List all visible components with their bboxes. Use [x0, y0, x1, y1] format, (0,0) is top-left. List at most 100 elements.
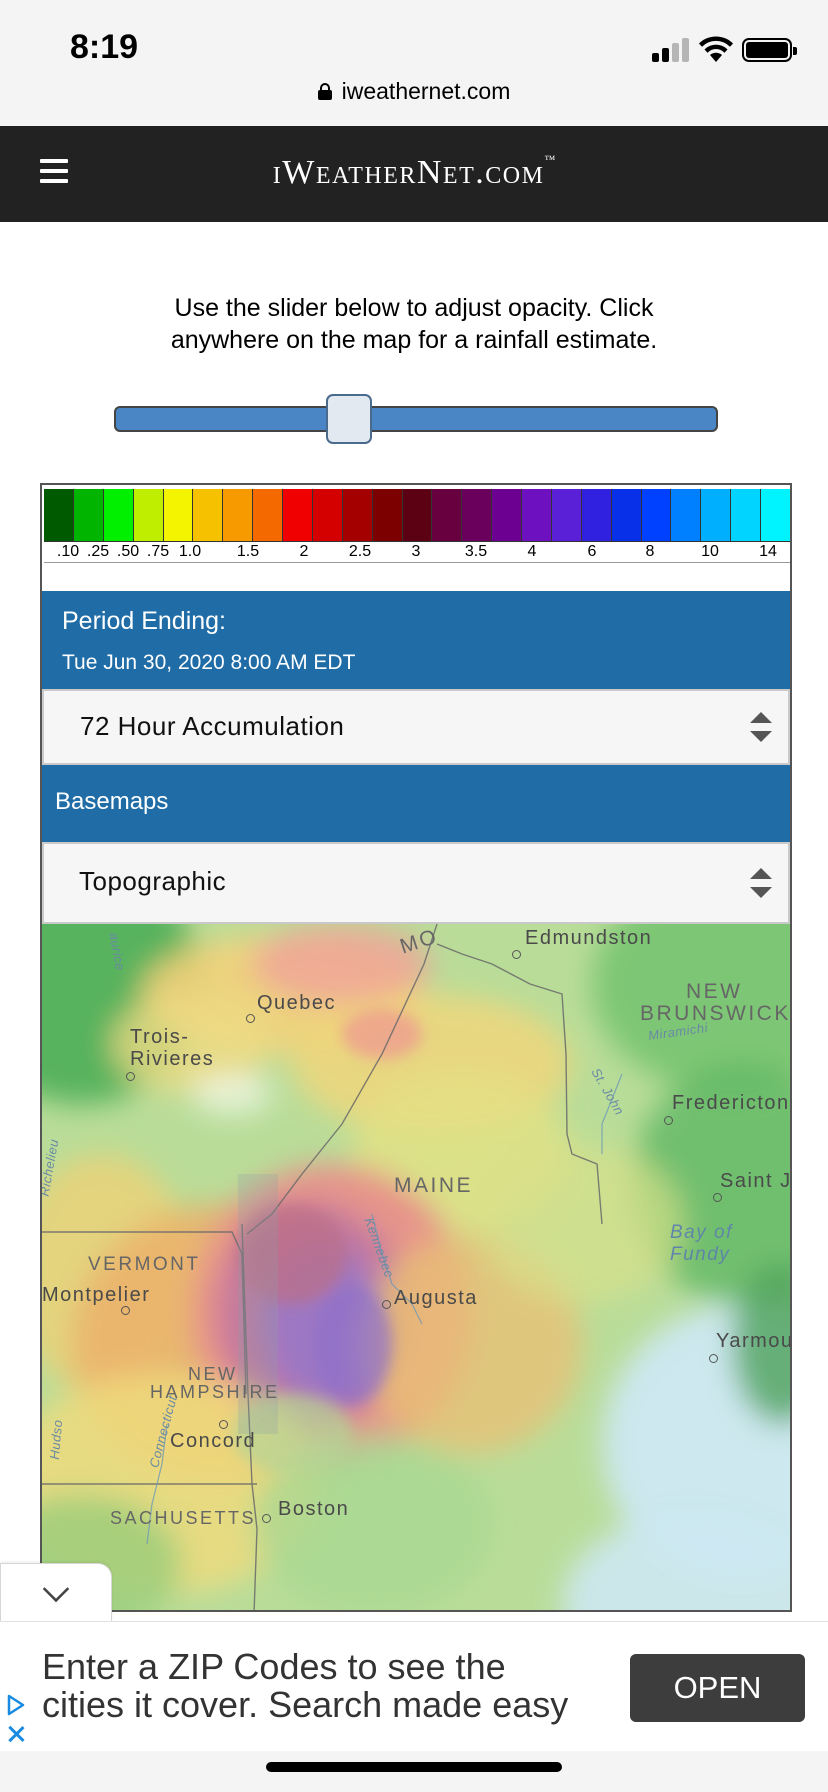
legend-swatch — [641, 489, 672, 541]
legend-label: .10 — [56, 543, 80, 560]
map-region-massachusetts: SACHUSETTS — [110, 1508, 257, 1528]
accumulation-select[interactable]: 72 Hour Accumulation — [42, 689, 790, 765]
period-date: Tue Jun 30, 2020 8:00 AM EDT — [62, 651, 356, 674]
period-ending-box: Period Ending: Tue Jun 30, 2020 8:00 AM … — [42, 591, 790, 689]
legend-label: 8 — [645, 543, 655, 560]
site-logo-text: iWeatherNet.com — [272, 154, 545, 191]
legend-label: .50 — [116, 543, 140, 560]
ad-banner[interactable]: Enter a ZIP Codes to see the cities it c… — [0, 1621, 828, 1751]
legend-swatch — [312, 489, 343, 541]
map-city-dot — [121, 1306, 130, 1315]
status-bar: 8:19 iweathernet.com — [0, 0, 828, 126]
map-city-dot — [713, 1193, 722, 1202]
legend-swatch — [44, 489, 74, 541]
legend-swatch — [402, 489, 433, 541]
basemap-select-value: Topographic — [79, 866, 227, 896]
status-time: 8:19 — [70, 28, 139, 66]
map-city-dot — [126, 1072, 135, 1081]
map-city-fredericton: Fredericton — [672, 1092, 790, 1114]
address-bar[interactable]: iweathernet.com — [0, 78, 828, 105]
intro-line-1: Use the slider below to adjust opacity. … — [174, 294, 654, 322]
map-region-new-brunswick-2: BRUNSWICK — [640, 1002, 790, 1025]
opacity-slider-track[interactable] — [114, 406, 718, 432]
map-city-quebec: Quebec — [257, 992, 337, 1014]
legend-label: 14 — [759, 543, 777, 560]
legend-swatch — [701, 489, 732, 541]
legend-label: 2.5 — [348, 543, 372, 560]
adchoices-icon[interactable] — [6, 1694, 26, 1716]
chevron-down-icon — [42, 1575, 70, 1603]
map-city-yarmouth: Yarmou — [716, 1330, 790, 1352]
rainfall-map[interactable]: Edmundston Quebec Trois- Rivieres Freder… — [42, 924, 790, 1610]
ad-text-line-2: cities it cover. Search made easy — [42, 1684, 569, 1725]
signal-icon — [652, 38, 692, 62]
select-arrows-icon — [750, 868, 772, 898]
legend-swatch — [372, 489, 403, 541]
ad-text-line-1: Enter a ZIP Codes to see the — [42, 1646, 506, 1687]
home-indicator — [266, 1762, 562, 1772]
opacity-slider-handle[interactable] — [326, 394, 373, 444]
legend-color-scale — [44, 489, 790, 541]
legend-swatch — [193, 489, 224, 541]
map-region-maine: MAINE — [394, 1174, 474, 1197]
map-city-dot — [262, 1514, 271, 1523]
legend-swatch — [283, 489, 313, 541]
select-arrows-icon — [750, 712, 772, 742]
wifi-icon — [699, 36, 733, 62]
map-city-concord: Concord — [170, 1430, 257, 1452]
legend-swatch — [133, 489, 164, 541]
map-city-dot — [219, 1420, 228, 1429]
legend-swatch — [551, 489, 582, 541]
legend-label: .25 — [86, 543, 110, 560]
legend-label: 2 — [299, 543, 309, 560]
legend-swatch — [432, 489, 463, 541]
legend-swatch — [462, 489, 493, 541]
legend-swatch — [611, 489, 642, 541]
url-text: iweathernet.com — [341, 78, 511, 104]
trademark-mark: ™ — [544, 154, 556, 166]
map-city-boston: Boston — [278, 1498, 350, 1520]
battery-icon — [742, 38, 797, 62]
legend-labels: .10 .25 .50 .75 1.0 1.5 2 2.5 3 3.5 4 6 8 10 14 — [44, 541, 790, 563]
map-city-dot — [664, 1116, 673, 1125]
legend-swatch — [761, 489, 790, 541]
ad-close-icon[interactable] — [4, 1722, 28, 1746]
basemaps-title: Basemaps — [55, 788, 169, 815]
map-city-dot — [246, 1014, 255, 1023]
legend-label: .75 — [146, 543, 170, 560]
legend-swatch — [73, 489, 104, 541]
map-city-saint-john: Saint J — [720, 1170, 790, 1192]
legend-swatch — [163, 489, 194, 541]
basemap-select[interactable]: Topographic — [42, 842, 790, 924]
legend-swatch — [253, 489, 283, 541]
map-city-dot — [709, 1354, 718, 1363]
site-logo[interactable]: iWeatherNet.com™ — [0, 154, 828, 192]
legend-swatch — [342, 489, 373, 541]
legend-swatch — [522, 489, 552, 541]
map-water-fundy: Fundy — [670, 1244, 731, 1265]
map-water-bay-of: Bay of — [670, 1222, 733, 1243]
site-header: iWeatherNet.com™ — [0, 126, 828, 222]
legend-swatch — [671, 489, 702, 541]
map-city-montpelier: Montpelier — [42, 1284, 151, 1306]
legend-label: 3 — [411, 543, 421, 560]
ad-collapse-tab[interactable] — [0, 1563, 112, 1621]
lock-icon — [317, 83, 332, 100]
legend-label: 4 — [527, 543, 537, 560]
ad-open-button[interactable]: OPEN — [630, 1654, 805, 1722]
intro-line-2: anywhere on the map for a rainfall estim… — [170, 326, 658, 354]
map-city-augusta: Augusta — [394, 1287, 478, 1309]
legend-swatch — [103, 489, 134, 541]
legend-swatch — [731, 489, 761, 541]
intro-text: Use the slider below to adjust opacity. … — [60, 292, 768, 356]
map-city-edmundston: Edmundston — [525, 927, 653, 949]
basemaps-header: Basemaps — [42, 765, 790, 842]
legend-swatch — [492, 489, 522, 541]
map-city-rivieres: Rivieres — [130, 1048, 215, 1070]
legend-label: 1.5 — [236, 543, 260, 560]
legend-swatch — [223, 489, 254, 541]
period-title: Period Ending: — [62, 607, 227, 635]
legend-label: 3.5 — [464, 543, 488, 560]
legend-label: 1.0 — [178, 543, 202, 560]
ad-text: Enter a ZIP Codes to see the cities it c… — [42, 1648, 612, 1724]
